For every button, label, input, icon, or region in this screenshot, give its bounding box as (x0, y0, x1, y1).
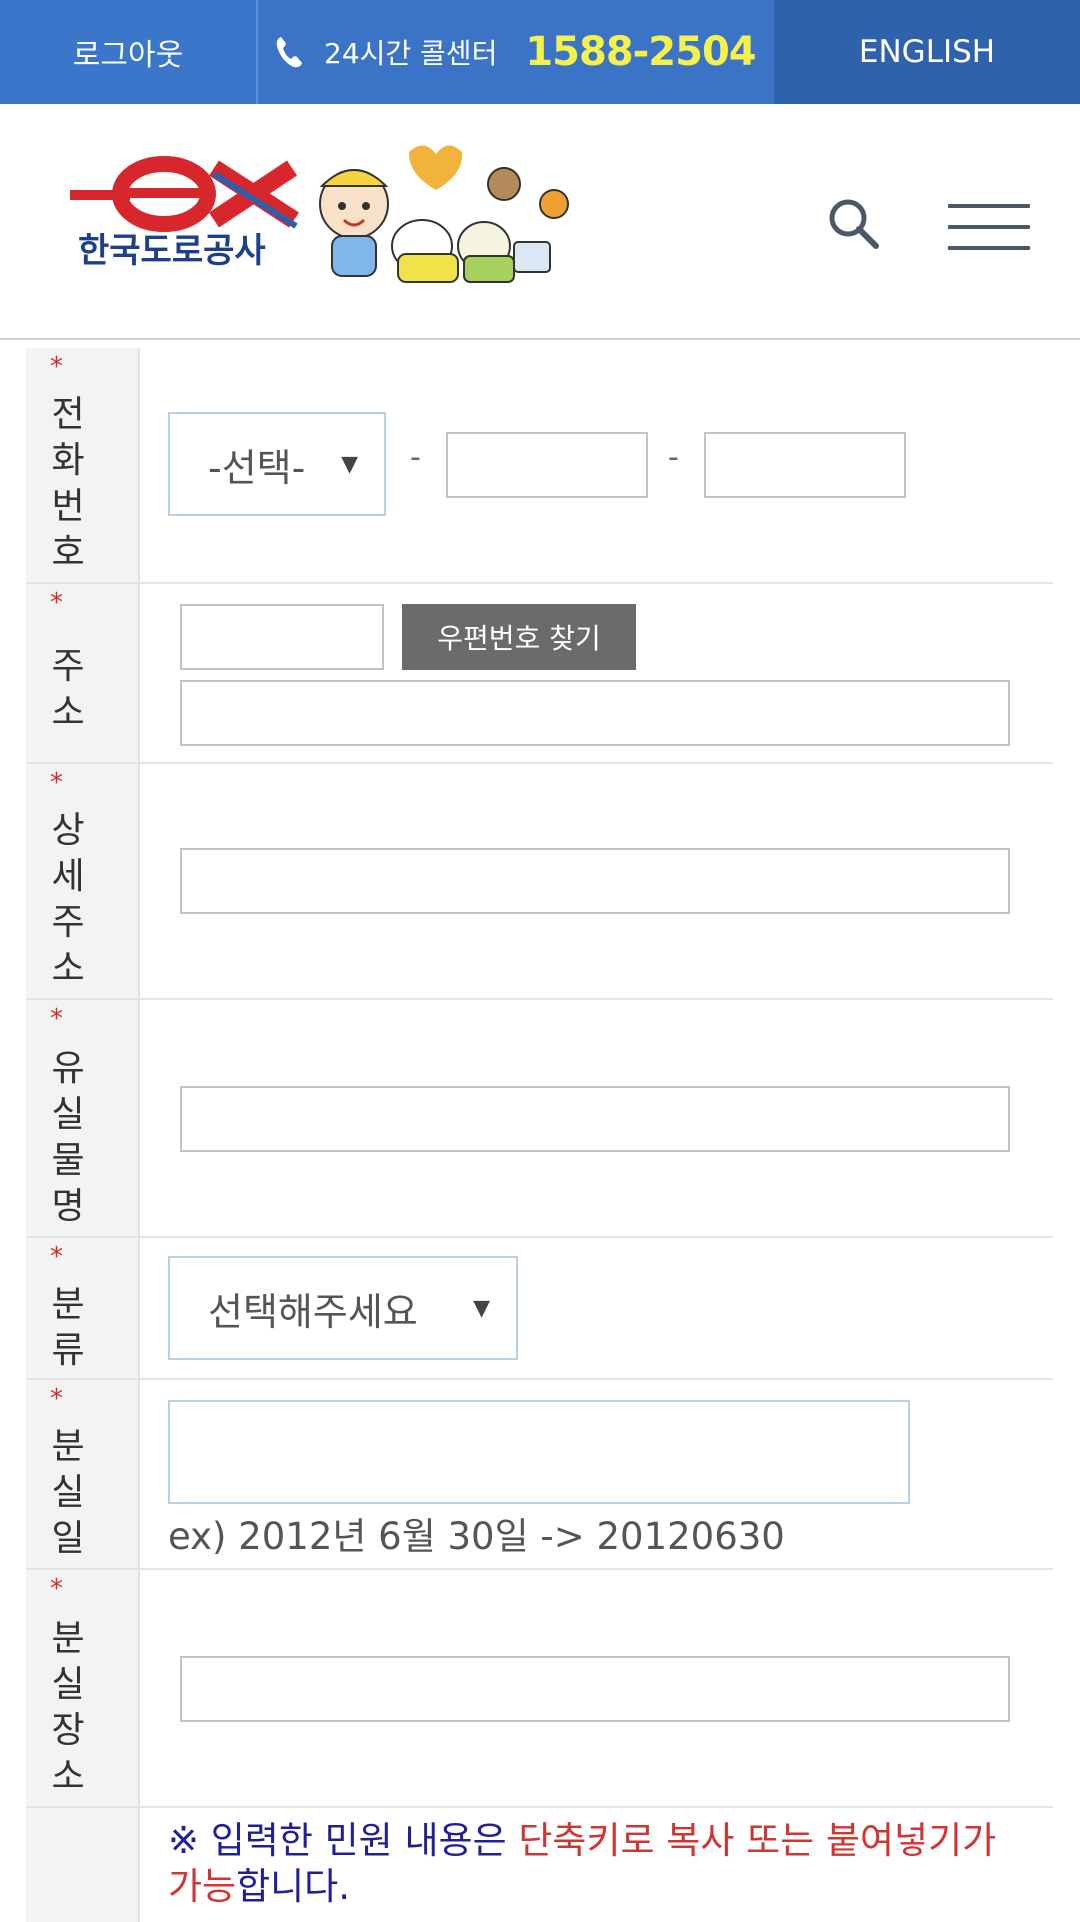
form-row-phone: * 전화번호 -선택- ▼ - - (26, 348, 1053, 584)
label-text: 분실장소 (51, 1618, 85, 1797)
callcenter-label: 24시간 콜센터 (324, 37, 498, 70)
form-row-item-name: * 유실물명 (26, 1000, 1053, 1238)
category-select[interactable]: 선택해주세요 ▼ (168, 1256, 518, 1360)
logout-link[interactable]: 로그아웃 (0, 0, 258, 104)
required-mark: * (50, 768, 63, 798)
label-text: 분실일 (51, 1426, 85, 1559)
top-bar: 로그아웃 24시간 콜센터 1588-2504 ENGLISH (0, 0, 1080, 104)
required-mark: * (50, 588, 63, 618)
notice-suffix: 합니다. (236, 1865, 350, 1908)
dropdown-arrow-icon: ▼ (341, 451, 358, 477)
label-text: 전화번호 (51, 394, 85, 573)
zipcode-search-button[interactable]: 우편번호 찾기 (402, 604, 636, 670)
copy-paste-notice: ※ 입력한 민원 내용은 단축키로 복사 또는 붙여넣기가 가능합니다. (168, 1818, 1028, 1910)
phone-middle-input[interactable] (446, 432, 648, 498)
form-row-category: * 분류 선택해주세요 ▼ (26, 1238, 1053, 1380)
dash-separator: - (410, 440, 421, 475)
form-row-lost-place: * 분실장소 (26, 1570, 1053, 1808)
select-value: -선택- (208, 445, 306, 490)
label-text: 상세주소 (51, 810, 85, 989)
required-mark: * (50, 1242, 63, 1272)
hamburger-menu-icon[interactable] (948, 204, 1030, 250)
lost-place-input[interactable] (180, 1656, 1010, 1722)
phone-prefix-select[interactable]: -선택- ▼ (168, 412, 386, 516)
required-mark: * (50, 1384, 63, 1414)
dash-separator: - (668, 440, 679, 475)
required-mark: * (50, 1004, 63, 1034)
field-label-lost-place: * 분실장소 (26, 1570, 140, 1806)
field-label-item-name: * 유실물명 (26, 1000, 140, 1236)
lost-date-input[interactable] (168, 1400, 910, 1504)
select-value: 선택해주세요 (208, 1289, 418, 1334)
field-label-address: * 주소 (26, 584, 140, 762)
label-text: 유실물명 (51, 1048, 85, 1227)
form-row-address: * 주소 우편번호 찾기 (26, 584, 1053, 764)
site-logo[interactable]: 한국도로공사 (64, 134, 594, 294)
field-label-empty (26, 1808, 140, 1922)
notice-prefix: ※ 입력한 민원 내용은 (168, 1819, 519, 1862)
item-name-input[interactable] (180, 1086, 1010, 1152)
zipcode-input[interactable] (180, 604, 384, 670)
field-label-category: * 분류 (26, 1238, 140, 1378)
field-label-lost-date: * 분실일 (26, 1380, 140, 1568)
dropdown-arrow-icon: ▼ (473, 1295, 490, 1321)
form-row-lost-date: * 분실일 ex) 2012년 6월 30일 -> 20120630 (26, 1380, 1053, 1570)
form-row-detail-address: * 상세주소 (26, 764, 1053, 1000)
date-format-hint: ex) 2012년 6월 30일 -> 20120630 (168, 1515, 785, 1558)
phone-icon (270, 32, 310, 72)
required-mark: * (50, 1574, 63, 1604)
callcenter-info: 24시간 콜센터 1588-2504 (258, 0, 774, 104)
search-icon[interactable] (826, 196, 882, 252)
label-text: 분류 (51, 1284, 85, 1371)
label-text: 주소 (51, 646, 85, 733)
english-link[interactable]: ENGLISH (774, 0, 1080, 104)
logo-text: 한국도로공사 (78, 231, 266, 271)
required-mark: * (50, 352, 63, 382)
field-label-phone: * 전화번호 (26, 348, 140, 582)
detail-address-input[interactable] (180, 848, 1010, 914)
field-label-detail-address: * 상세주소 (26, 764, 140, 998)
site-header: 한국도로공사 (0, 104, 1080, 340)
phone-last-input[interactable] (704, 432, 906, 498)
callcenter-number[interactable]: 1588-2504 (525, 29, 756, 75)
address-input[interactable] (180, 680, 1010, 746)
